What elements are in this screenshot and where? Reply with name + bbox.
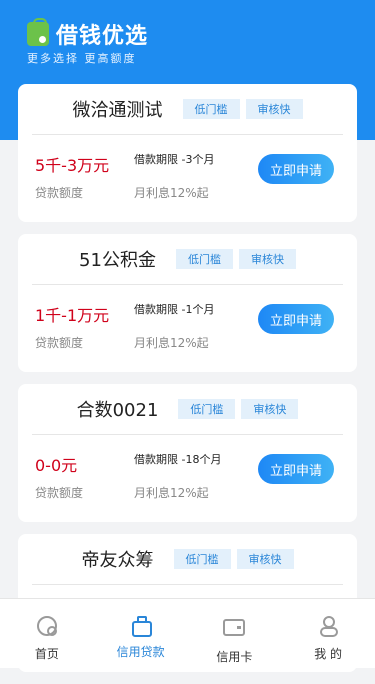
card-header: 合数0021 低门槛 审核快 [32,384,343,435]
bottom-tab-bar: 首页 信用贷款 信用卡 我 的 [0,598,375,668]
interest-rate: 月利息12%起 [134,486,209,500]
tag-low-threshold: 低门槛 [182,99,240,119]
apply-button[interactable]: 立即申请 [258,454,334,484]
brand: 借钱优选 [27,18,148,50]
loan-amount-label: 贷款额度 [35,186,84,200]
loan-amount-label: 贷款额度 [35,336,84,350]
product-name: 微洽通测试 [72,100,163,121]
loan-amount: 0-0元 [35,456,78,475]
app-title: 借钱优选 [56,24,149,49]
product-card[interactable]: 合数0021 低门槛 审核快 0-0元 贷款额度 借款期限 -18个月 月利息1… [18,384,357,522]
loan-amount: 1千-1万元 [35,306,110,325]
product-name: 合数0021 [76,400,159,421]
loan-term: 借款期限 -1个月 [134,303,215,316]
tag-low-threshold: 低门槛 [178,399,236,419]
apply-button[interactable]: 立即申请 [258,154,334,184]
tab-home[interactable]: 首页 [0,599,94,668]
home-icon [36,616,57,636]
interest-rate: 月利息12%起 [134,336,209,350]
product-name: 帝友众筹 [81,550,154,571]
product-card[interactable]: 51公积金 低门槛 审核快 1千-1万元 贷款额度 借款期限 -1个月 月利息1… [18,234,357,372]
tag-fast-review: 审核快 [245,99,303,119]
apply-button[interactable]: 立即申请 [258,304,334,334]
tab-credit-loan[interactable]: 信用贷款 [94,599,188,668]
card-header: 帝友众筹 低门槛 审核快 [32,534,343,585]
tab-label: 首页 [34,647,59,661]
loan-term: 借款期限 -18个月 [134,453,222,466]
wallet-icon [27,18,49,46]
user-icon [317,615,339,637]
loan-amount: 5千-3万元 [35,156,110,175]
tab-label: 我 的 [314,647,343,661]
tab-label: 信用卡 [216,650,253,664]
credit-card-icon [223,619,246,636]
app-subtitle: 更多选择 更高额度 [27,52,137,65]
card-header: 微洽通测试 低门槛 审核快 [32,84,343,135]
tag-low-threshold: 低门槛 [173,549,231,569]
loan-amount-label: 贷款额度 [35,486,84,500]
tag-fast-review: 审核快 [238,249,296,269]
loan-icon [131,615,152,637]
product-list: 微洽通测试 低门槛 审核快 5千-3万元 贷款额度 借款期限 -3个月 月利息1… [18,84,357,684]
product-card[interactable]: 微洽通测试 低门槛 审核快 5千-3万元 贷款额度 借款期限 -3个月 月利息1… [18,84,357,222]
tab-credit-card[interactable]: 信用卡 [188,599,282,668]
product-name: 51公积金 [79,250,156,271]
tab-mine[interactable]: 我 的 [281,599,375,668]
tag-low-threshold: 低门槛 [175,249,233,269]
tab-label: 信用贷款 [116,645,165,659]
tag-fast-review: 审核快 [236,549,294,569]
loan-term: 借款期限 -3个月 [134,153,215,166]
card-header: 51公积金 低门槛 审核快 [32,234,343,285]
interest-rate: 月利息12%起 [134,186,209,200]
tag-fast-review: 审核快 [241,399,299,419]
